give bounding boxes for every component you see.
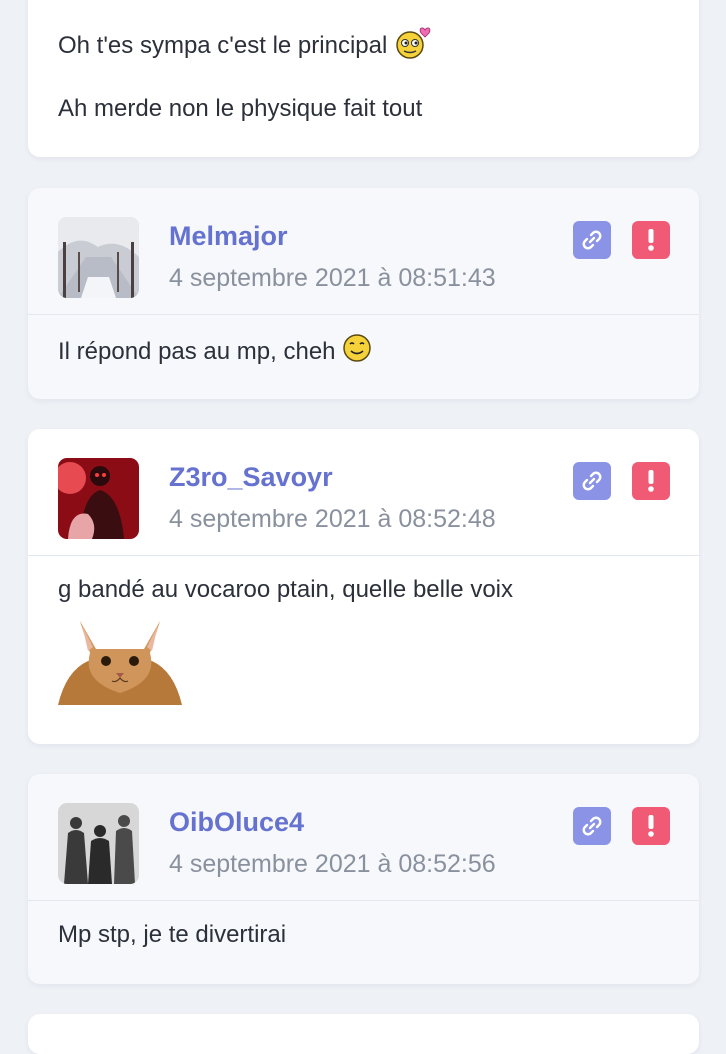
permalink-button[interactable]: [573, 807, 611, 845]
cat-sticker: [58, 611, 182, 710]
link-icon: [582, 471, 602, 491]
post-header: Z3ro_Savoyr 4 septembre 2021 à 08:52:48: [28, 429, 699, 556]
avatar[interactable]: [58, 458, 139, 539]
alert-icon: [648, 470, 654, 492]
report-button[interactable]: [632, 221, 670, 259]
post-date: 4 septembre 2021 à 08:52:48: [169, 505, 496, 533]
post-card: Melmajor 4 septembre 2021 à 08:51:43 Il …: [28, 188, 699, 399]
link-icon: [582, 816, 602, 836]
message-text: Il répond pas au mp, cheh: [58, 337, 336, 365]
avatar[interactable]: [58, 803, 139, 884]
alert-icon: [648, 229, 654, 251]
post-card: [28, 1014, 699, 1054]
post-card: Oh t'es sympa c'est le principal Ah merd…: [28, 0, 699, 157]
message-text: Mp stp, je te divertirai: [58, 921, 287, 948]
message-text: g bandé au vocaroo ptain, quelle belle v…: [58, 576, 513, 603]
report-button[interactable]: [632, 462, 670, 500]
post-header: OibOluce4 4 septembre 2021 à 08:52:56: [28, 774, 699, 901]
message-line: Oh t'es sympa c'est le principal: [58, 31, 388, 59]
permalink-button[interactable]: [573, 221, 611, 259]
smile-emoji: [342, 333, 372, 372]
link-icon: [582, 230, 602, 250]
author-name[interactable]: OibOluce4: [169, 807, 304, 838]
report-button[interactable]: [632, 807, 670, 845]
alert-icon: [648, 815, 654, 837]
avatar[interactable]: [58, 217, 139, 298]
permalink-button[interactable]: [573, 462, 611, 500]
author-name[interactable]: Melmajor: [169, 221, 288, 252]
post-card: Z3ro_Savoyr 4 septembre 2021 à 08:52:48 …: [28, 429, 699, 744]
post-date: 4 septembre 2021 à 08:52:56: [169, 850, 496, 878]
message-line: Ah merde non le physique fait tout: [58, 95, 423, 122]
love-emoji: [394, 25, 432, 68]
post-date: 4 septembre 2021 à 08:51:43: [169, 264, 496, 292]
post-header: Melmajor 4 septembre 2021 à 08:51:43: [28, 188, 699, 315]
author-name[interactable]: Z3ro_Savoyr: [169, 462, 333, 493]
post-card: OibOluce4 4 septembre 2021 à 08:52:56 Mp…: [28, 774, 699, 984]
post-message: Oh t'es sympa c'est le principal: [58, 25, 432, 68]
post-message: Il répond pas au mp, cheh: [58, 333, 372, 372]
